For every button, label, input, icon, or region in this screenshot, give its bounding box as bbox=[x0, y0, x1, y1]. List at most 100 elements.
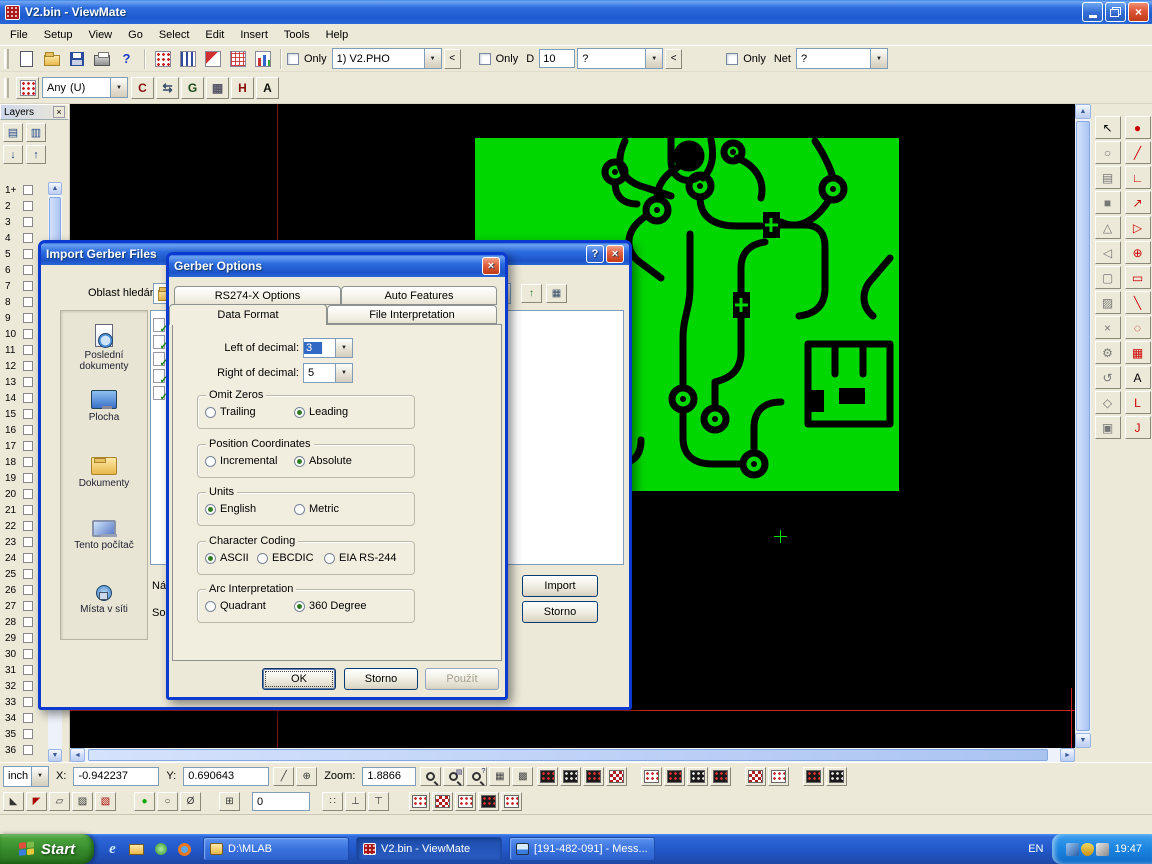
task-messenger[interactable]: [191-482-091] - Mess... bbox=[509, 837, 655, 861]
layer-visibility-checkbox[interactable] bbox=[23, 729, 33, 739]
g-code-icon[interactable]: G bbox=[181, 77, 204, 99]
move-layer-up-icon[interactable]: ↑ bbox=[26, 145, 46, 164]
radio-english[interactable]: English bbox=[205, 503, 256, 515]
line-tool-icon[interactable]: ╱ bbox=[1125, 141, 1151, 164]
right-of-decimal-combo[interactable]: 5 ▼ bbox=[303, 363, 353, 383]
radio-ebcdic[interactable]: EBCDIC bbox=[257, 552, 314, 564]
chevron-down-icon[interactable]: ▼ bbox=[110, 78, 127, 97]
layer-row[interactable]: 1+ bbox=[0, 182, 48, 198]
scrollbar-track[interactable] bbox=[85, 748, 1060, 762]
menu-item-tools[interactable]: Tools bbox=[276, 26, 318, 44]
shield-tray-icon[interactable] bbox=[1081, 843, 1094, 856]
help-icon[interactable]: ? bbox=[115, 48, 138, 70]
move-layer-down-icon[interactable]: ↓ bbox=[3, 145, 23, 164]
dcode-filter-icon[interactable] bbox=[710, 767, 731, 786]
close-icon[interactable]: × bbox=[482, 257, 500, 275]
radio-metric[interactable]: Metric bbox=[294, 503, 339, 515]
rect-tool-icon[interactable]: ▭ bbox=[1125, 266, 1151, 289]
place-item-posledn-dokumenty[interactable]: Poslední dokumenty bbox=[61, 323, 147, 372]
dcode-filter-icon[interactable] bbox=[768, 767, 789, 786]
hatch-square-icon[interactable]: ▧ bbox=[95, 792, 116, 811]
taskbar-clock[interactable]: 19:47 bbox=[1114, 843, 1142, 855]
red-grid-icon[interactable] bbox=[226, 48, 249, 70]
layer-visibility-checkbox[interactable] bbox=[23, 521, 33, 531]
layer-visibility-checkbox[interactable] bbox=[23, 441, 33, 451]
zoom-icon[interactable] bbox=[420, 767, 441, 786]
chevron-down-icon[interactable]: ▼ bbox=[424, 49, 441, 68]
corner-ruler-icon[interactable]: ◤ bbox=[26, 792, 47, 811]
chevron-down-icon[interactable]: ▼ bbox=[31, 767, 48, 786]
film-flag-icon[interactable] bbox=[201, 48, 224, 70]
layer-visibility-checkbox[interactable] bbox=[23, 409, 33, 419]
layer-visibility-checkbox[interactable] bbox=[23, 249, 33, 259]
layer-visibility-checkbox[interactable] bbox=[23, 569, 33, 579]
only-layer-checkbox[interactable] bbox=[287, 53, 299, 65]
dcode-filter-icon[interactable] bbox=[537, 767, 558, 786]
pad-dot-tool-icon[interactable]: ● bbox=[1125, 116, 1151, 139]
layer-select-combo[interactable]: 1) V2.PHO ▼ bbox=[332, 48, 442, 69]
dashed-circle-tool-icon[interactable]: ◌ bbox=[1125, 316, 1151, 339]
toolbar-grip[interactable] bbox=[4, 78, 9, 98]
delete-tool-icon[interactable]: × bbox=[1095, 316, 1121, 339]
new-file-icon[interactable] bbox=[15, 48, 38, 70]
cancel-button[interactable]: Storno bbox=[522, 601, 598, 623]
task-explorer[interactable]: D:\MLAB bbox=[203, 837, 349, 861]
layer-visibility-checkbox[interactable] bbox=[23, 345, 33, 355]
layer-visibility-checkbox[interactable] bbox=[23, 457, 33, 467]
start-button[interactable]: Start bbox=[0, 834, 94, 864]
chevron-down-icon[interactable]: ▼ bbox=[335, 339, 352, 357]
corner-ruler-icon[interactable]: ◣ bbox=[3, 792, 24, 811]
menu-item-insert[interactable]: Insert bbox=[232, 26, 276, 44]
gerber-file-icon[interactable] bbox=[153, 335, 165, 349]
mirror-tool-icon[interactable]: ◁ bbox=[1095, 241, 1121, 264]
scroll-up-icon[interactable]: ▲ bbox=[1075, 104, 1091, 119]
zoom-query-icon[interactable]: ? bbox=[466, 767, 487, 786]
target-tool-icon[interactable]: ⊕ bbox=[1125, 241, 1151, 264]
layer-visibility-checkbox[interactable] bbox=[23, 649, 33, 659]
dcode-value-input[interactable]: 10 bbox=[539, 49, 575, 68]
menu-item-view[interactable]: View bbox=[80, 26, 120, 44]
anchor-down-icon[interactable]: ⊥ bbox=[345, 792, 366, 811]
radio-trailing[interactable]: Trailing bbox=[205, 406, 256, 418]
menu-item-setup[interactable]: Setup bbox=[36, 26, 81, 44]
layer-visibility-checkbox[interactable] bbox=[23, 553, 33, 563]
layers-panel-title-bar[interactable]: Layers × bbox=[0, 104, 69, 120]
hatch-square-icon[interactable]: ▨ bbox=[72, 792, 93, 811]
layer-visibility-checkbox[interactable] bbox=[23, 665, 33, 675]
language-indicator[interactable]: EN bbox=[1019, 843, 1052, 855]
layers-panel-close-icon[interactable]: × bbox=[53, 106, 65, 118]
chevron-down-icon[interactable]: ▼ bbox=[870, 49, 887, 68]
net-filter-combo[interactable]: ? ▼ bbox=[796, 48, 888, 69]
layer-visibility-checkbox[interactable] bbox=[23, 201, 33, 211]
dcode-filter-icon[interactable] bbox=[606, 767, 627, 786]
aperture-type-combo[interactable]: Any(U) ▼ bbox=[42, 77, 128, 98]
dots-grid-icon[interactable]: ∷ bbox=[322, 792, 343, 811]
green-dot-icon[interactable]: ● bbox=[134, 792, 155, 811]
layer-columns-icon[interactable] bbox=[176, 48, 199, 70]
dcode-filter-icon[interactable] bbox=[664, 767, 685, 786]
dcode-filter-icon[interactable] bbox=[687, 767, 708, 786]
layer-row[interactable]: 35 bbox=[0, 726, 48, 742]
green-app-icon[interactable] bbox=[152, 841, 169, 858]
layer-visibility-checkbox[interactable] bbox=[23, 473, 33, 483]
hatch-tool-icon[interactable]: ▨ bbox=[1095, 291, 1121, 314]
layer-visibility-checkbox[interactable] bbox=[23, 265, 33, 275]
views-icon[interactable]: ▦ bbox=[546, 284, 567, 303]
grid-fine-icon[interactable]: ▦ bbox=[489, 767, 510, 786]
layer-list-icon[interactable]: ▤ bbox=[3, 123, 23, 142]
tab-file-interpretation[interactable]: File Interpretation bbox=[327, 305, 497, 324]
layer-visibility-checkbox[interactable] bbox=[23, 377, 33, 387]
layer-visibility-checkbox[interactable] bbox=[23, 681, 33, 691]
firefox-icon[interactable] bbox=[176, 841, 193, 858]
gerber-options-title-bar[interactable]: Gerber Options × bbox=[169, 255, 505, 277]
circle-icon[interactable]: ○ bbox=[157, 792, 178, 811]
layer-visibility-checkbox[interactable] bbox=[23, 297, 33, 307]
title-bar[interactable]: V2.bin - ViewMate × bbox=[0, 0, 1152, 24]
circle-tool-icon[interactable]: ○ bbox=[1095, 141, 1121, 164]
pointer-tool-icon[interactable]: ↖ bbox=[1095, 116, 1121, 139]
radio-absolute[interactable]: Absolute bbox=[294, 455, 352, 467]
gear-tool-icon[interactable]: ⚙ bbox=[1095, 341, 1121, 364]
menu-item-go[interactable]: Go bbox=[120, 26, 151, 44]
radio-incremental[interactable]: Incremental bbox=[205, 455, 277, 467]
ok-button[interactable]: OK bbox=[262, 668, 336, 690]
